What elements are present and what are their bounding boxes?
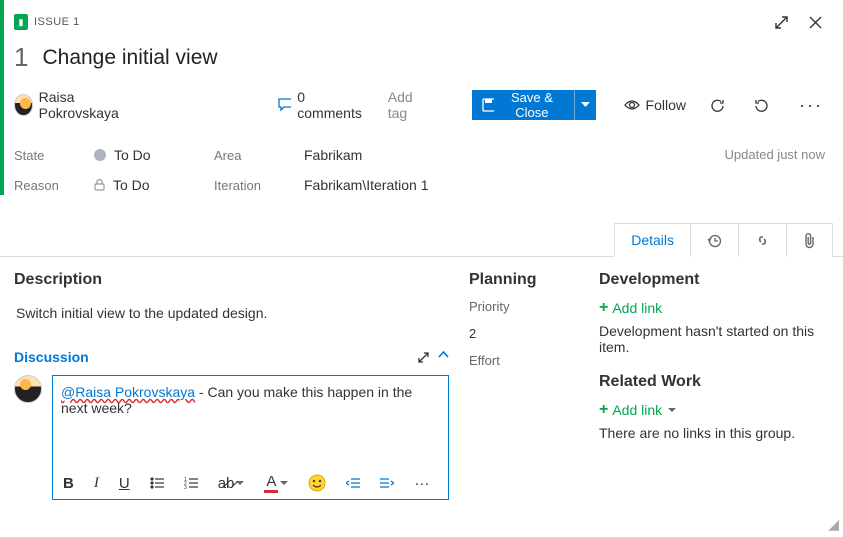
save-dropdown[interactable] — [574, 90, 595, 120]
state-dot-icon — [94, 149, 106, 161]
assignee[interactable]: Raisa Pokrovskaya — [14, 89, 138, 121]
save-label: Save & Close — [500, 90, 564, 120]
tab-history[interactable] — [691, 223, 739, 257]
undo-icon[interactable] — [750, 91, 774, 119]
fields-row: State To Do Reason To Do Area Fabrikam I… — [0, 137, 843, 193]
tab-links[interactable] — [739, 223, 787, 257]
attachment-icon — [803, 233, 816, 249]
planning-column: Planning Priority 2 Effort — [469, 271, 579, 500]
discussion-heading: Discussion — [14, 349, 89, 365]
expand-icon[interactable] — [767, 8, 795, 36]
title-row: 1 Change initial view — [0, 40, 843, 81]
comments-count: 0 comments — [297, 89, 363, 121]
italic-button[interactable]: I — [94, 475, 99, 492]
mention[interactable]: @Raisa Pokrovskaya — [61, 384, 195, 400]
avatar — [14, 94, 33, 116]
tab-attachments[interactable] — [787, 223, 833, 257]
issue-tag: ISSUE 1 — [34, 16, 80, 28]
area-label: Area — [214, 148, 294, 163]
related-text: There are no links in this group. — [599, 425, 829, 441]
priority-value[interactable]: 2 — [469, 326, 579, 341]
emoji-button[interactable] — [308, 474, 326, 492]
follow-label: Follow — [646, 97, 686, 113]
outdent-button[interactable] — [346, 477, 360, 489]
updated-label: Updated just now — [725, 147, 829, 162]
lock-icon — [94, 179, 105, 191]
editor-toolbar: B I U 123 a̷b̷ A ··· — [53, 467, 448, 499]
save-button[interactable]: Save & Close — [472, 90, 595, 120]
state-label: State — [14, 148, 84, 163]
save-icon — [482, 98, 493, 112]
chevron-down-icon — [668, 408, 676, 413]
issue-type-icon: ▮ — [14, 14, 28, 30]
iteration-label: Iteration — [214, 178, 294, 193]
meta-row: Raisa Pokrovskaya 0 comments Add tag Sav… — [0, 81, 843, 137]
plus-icon: + — [599, 401, 608, 419]
clear-format-button[interactable]: a̷b̷ — [218, 475, 245, 492]
font-color-button[interactable]: A — [264, 473, 288, 493]
type-stripe — [0, 0, 4, 195]
plus-icon: + — [599, 299, 608, 317]
development-text: Development hasn't started on this item. — [599, 323, 829, 355]
development-heading: Development — [599, 271, 829, 289]
history-icon — [707, 233, 722, 248]
content: Description Switch initial view to the u… — [0, 257, 843, 500]
dev-add-link-button[interactable]: +Add link — [599, 299, 829, 317]
resize-handle[interactable]: ◢ — [828, 516, 839, 533]
related-add-link-button[interactable]: +Add link — [599, 401, 829, 419]
area-value[interactable]: Fabrikam — [304, 147, 514, 163]
state-value[interactable]: To Do — [94, 147, 214, 163]
priority-label: Priority — [469, 299, 579, 314]
underline-button[interactable]: U — [119, 475, 130, 492]
bold-button[interactable]: B — [63, 475, 74, 492]
add-tag-button[interactable]: Add tag — [384, 85, 433, 125]
comment-avatar — [14, 375, 42, 403]
discussion-expand-icon[interactable] — [417, 351, 430, 364]
description-text[interactable]: Switch initial view to the updated desig… — [14, 299, 449, 327]
iteration-value[interactable]: Fabrikam\Iteration 1 — [304, 177, 514, 193]
right-column: Development +Add link Development hasn't… — [599, 271, 829, 500]
refresh-icon[interactable] — [706, 91, 730, 119]
bullet-list-button[interactable] — [150, 477, 164, 489]
close-icon[interactable] — [801, 8, 829, 36]
comment-input[interactable]: @Raisa Pokrovskaya - Can you make this h… — [52, 375, 449, 500]
assignee-name: Raisa Pokrovskaya — [39, 89, 139, 121]
eye-icon — [624, 99, 640, 111]
tab-details[interactable]: Details — [614, 223, 691, 257]
editor-more-button[interactable]: ··· — [414, 475, 429, 492]
item-id: 1 — [14, 42, 28, 73]
effort-label: Effort — [469, 353, 579, 368]
svg-text:3: 3 — [184, 485, 187, 489]
description-heading: Description — [14, 271, 449, 289]
reason-value[interactable]: To Do — [94, 177, 214, 193]
comments-link[interactable]: 0 comments — [278, 89, 364, 121]
indent-button[interactable] — [380, 477, 394, 489]
numbered-list-button[interactable]: 123 — [184, 477, 198, 489]
related-heading: Related Work — [599, 373, 829, 391]
top-bar: ▮ ISSUE 1 — [0, 0, 843, 40]
comment-text[interactable]: @Raisa Pokrovskaya - Can you make this h… — [53, 376, 448, 467]
comment-area: @Raisa Pokrovskaya - Can you make this h… — [14, 375, 449, 500]
link-icon — [755, 233, 770, 248]
left-column: Description Switch initial view to the u… — [14, 271, 449, 500]
item-title[interactable]: Change initial view — [42, 46, 217, 70]
reason-label: Reason — [14, 178, 84, 193]
comment-icon — [278, 98, 291, 112]
tabs: Details — [0, 223, 843, 257]
follow-button[interactable]: Follow — [624, 97, 686, 113]
discussion-collapse-icon[interactable] — [438, 351, 449, 364]
planning-heading: Planning — [469, 271, 579, 289]
more-menu[interactable]: ··· — [793, 95, 829, 116]
